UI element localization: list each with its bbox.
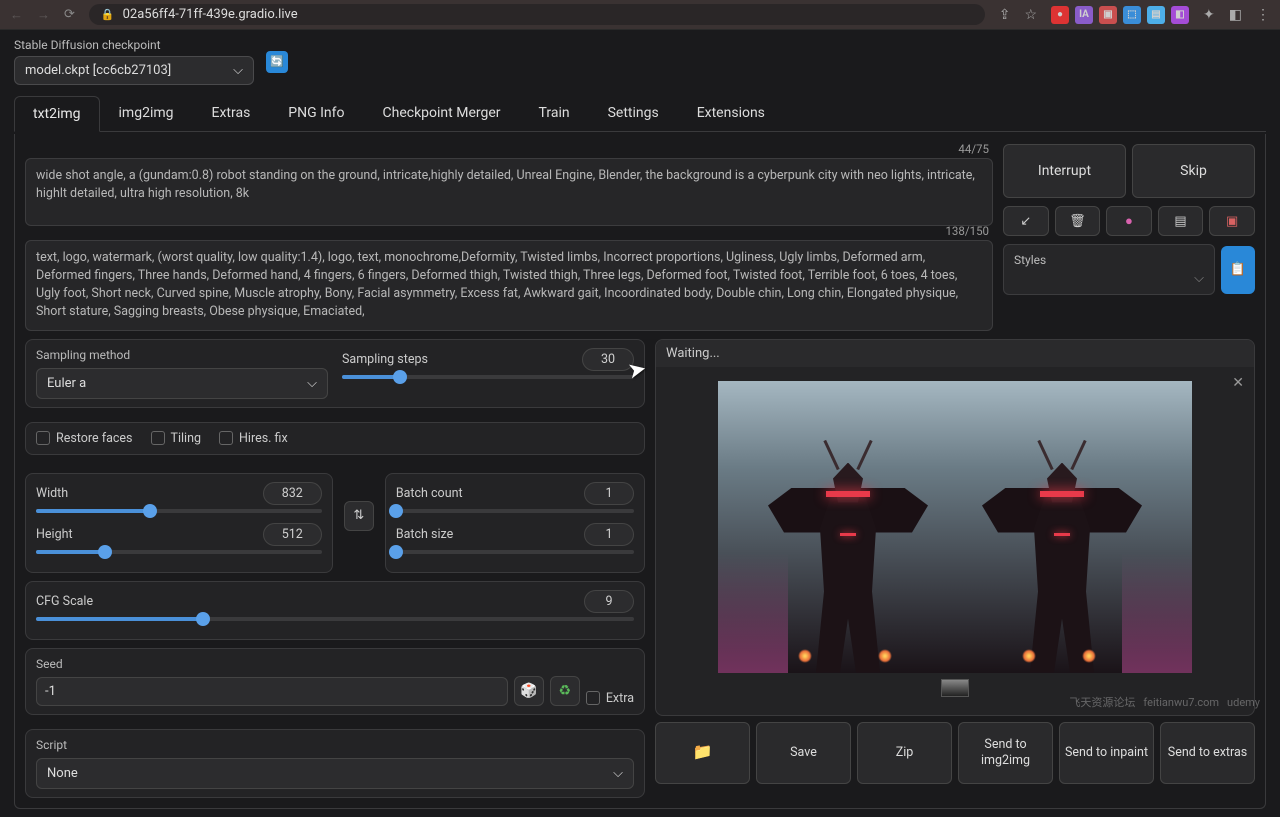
script-value: None: [47, 766, 78, 781]
height-slider[interactable]: [36, 550, 322, 554]
sampling-method-value: Euler a: [47, 376, 86, 391]
reload-button[interactable]: ⟳: [64, 7, 75, 22]
zip-button[interactable]: Zip: [857, 722, 952, 785]
width-value[interactable]: 832: [263, 482, 322, 505]
tab-extras[interactable]: Extras: [193, 95, 270, 131]
cfg-value[interactable]: 9: [584, 590, 634, 613]
chevron-down-icon: ⌵: [613, 766, 623, 781]
paste-button[interactable]: ↙: [1003, 206, 1049, 236]
swap-dimensions-button[interactable]: ⇅: [344, 501, 374, 531]
batch-count-label: Batch count: [396, 486, 463, 501]
sampling-steps-label: Sampling steps: [342, 352, 428, 367]
chevron-down-icon: ⌵: [307, 376, 317, 391]
url-text: 02a56ff4-71ff-439e.gradio.live: [123, 7, 298, 22]
styles-select[interactable]: Styles ⌵: [1003, 244, 1215, 295]
thumbnail[interactable]: [941, 679, 969, 697]
width-slider[interactable]: [36, 509, 322, 513]
back-button[interactable]: ←: [10, 7, 23, 23]
share-icon[interactable]: ⇪: [999, 7, 1011, 23]
script-label: Script: [36, 738, 634, 752]
checkpoint-label: Stable Diffusion checkpoint: [14, 38, 254, 52]
negative-prompt-input[interactable]: text, logo, watermark, (worst quality, l…: [25, 240, 993, 331]
chevron-down-icon: ⌵: [1014, 271, 1204, 286]
checkpoint-value: model.ckpt [cc6cb27103]: [25, 63, 171, 78]
tab-pnginfo[interactable]: PNG Info: [269, 95, 363, 131]
watermark: 飞天资源论坛 feitianwu7.com udemy: [1069, 694, 1260, 710]
tab-txt2img[interactable]: txt2img: [14, 96, 100, 132]
send-img2img-button[interactable]: Send to img2img: [958, 722, 1053, 785]
open-folder-button[interactable]: 📁: [655, 722, 750, 785]
output-status: Waiting...: [656, 340, 1254, 367]
skip-button[interactable]: Skip: [1132, 144, 1255, 198]
batch-count-slider[interactable]: [396, 509, 634, 513]
checkpoint-row: Stable Diffusion checkpoint model.ckpt […: [14, 38, 1266, 85]
prompt-input[interactable]: wide shot angle, a (gundam:0.8) robot st…: [25, 158, 993, 226]
hires-fix-checkbox[interactable]: Hires. fix: [219, 431, 288, 446]
close-preview-button[interactable]: ✕: [1232, 375, 1244, 391]
extensions-puzzle-icon[interactable]: ✦: [1203, 7, 1215, 23]
forward-button[interactable]: →: [37, 7, 50, 23]
batch-size-slider[interactable]: [396, 550, 634, 554]
ext-icon[interactable]: ◧: [1171, 6, 1189, 24]
ext-icon[interactable]: ⬚: [1123, 6, 1141, 24]
browser-toolbar: ← → ⟳ 🔒 02a56ff4-71ff-439e.gradio.live ⇪…: [0, 0, 1280, 30]
tab-settings[interactable]: Settings: [589, 95, 678, 131]
prompt-counter: 44/75: [958, 142, 989, 156]
folder-icon: 📁: [693, 742, 713, 763]
ext-icon[interactable]: ●: [1051, 6, 1069, 24]
tab-img2img[interactable]: img2img: [100, 95, 193, 131]
ext-icon[interactable]: ▤: [1147, 6, 1165, 24]
sampling-method-select[interactable]: Euler a ⌵: [36, 368, 328, 399]
menu-icon[interactable]: ⋮: [1256, 7, 1270, 23]
styles-label: Styles: [1014, 253, 1204, 267]
ext-icon[interactable]: ▣: [1099, 6, 1117, 24]
ext-icon[interactable]: IA: [1075, 6, 1093, 24]
sampling-steps-slider[interactable]: [342, 375, 634, 379]
save-button[interactable]: Save: [756, 722, 851, 785]
tab-extensions[interactable]: Extensions: [678, 95, 784, 131]
batch-count-value[interactable]: 1: [584, 482, 634, 505]
tab-checkpoint-merger[interactable]: Checkpoint Merger: [364, 95, 520, 131]
extra-networks-button[interactable]: ●: [1106, 206, 1152, 236]
chevron-down-icon: ⌵: [233, 63, 243, 78]
restore-faces-checkbox[interactable]: Restore faces: [36, 431, 133, 446]
send-inpaint-button[interactable]: Send to inpaint: [1059, 722, 1154, 785]
extra-seed-checkbox[interactable]: Extra: [586, 691, 634, 706]
side-panel-icon[interactable]: ◧: [1229, 7, 1242, 23]
tabs: txt2img img2img Extras PNG Info Checkpoi…: [14, 95, 1266, 132]
interrupt-button[interactable]: Interrupt: [1003, 144, 1126, 198]
extension-icons: ● IA ▣ ⬚ ▤ ◧: [1051, 6, 1189, 24]
tiling-checkbox[interactable]: Tiling: [151, 431, 202, 446]
bookmark-icon[interactable]: ☆: [1024, 7, 1037, 23]
script-select[interactable]: None ⌵: [36, 758, 634, 789]
seed-input[interactable]: -1: [36, 677, 508, 706]
refresh-checkpoint-button[interactable]: 🔄: [266, 51, 288, 73]
output-preview: ✕: [656, 367, 1254, 715]
height-value[interactable]: 512: [263, 523, 322, 546]
width-label: Width: [36, 486, 68, 501]
sampling-method-label: Sampling method: [36, 348, 328, 362]
send-extras-button[interactable]: Send to extras: [1160, 722, 1255, 785]
random-seed-button[interactable]: 🎲: [514, 676, 544, 706]
neg-prompt-counter: 138/150: [945, 224, 989, 238]
save-style-button[interactable]: ▣: [1209, 206, 1255, 236]
batch-size-value[interactable]: 1: [584, 523, 634, 546]
checkpoint-select[interactable]: model.ckpt [cc6cb27103] ⌵: [14, 56, 254, 85]
tab-train[interactable]: Train: [520, 95, 589, 131]
card-button[interactable]: ▤: [1158, 206, 1204, 236]
cfg-label: CFG Scale: [36, 594, 93, 609]
url-bar[interactable]: 🔒 02a56ff4-71ff-439e.gradio.live: [89, 4, 985, 25]
preview-image[interactable]: [718, 381, 1192, 673]
clear-button[interactable]: 🗑: [1055, 206, 1101, 236]
seed-label: Seed: [36, 657, 508, 671]
reuse-seed-button[interactable]: ♻: [550, 676, 580, 706]
height-label: Height: [36, 527, 73, 542]
batch-size-label: Batch size: [396, 527, 453, 542]
apply-style-button[interactable]: 📋: [1221, 246, 1255, 294]
lock-icon: 🔒: [101, 8, 115, 21]
cfg-slider[interactable]: [36, 617, 634, 621]
sampling-steps-value[interactable]: 30: [582, 348, 634, 371]
